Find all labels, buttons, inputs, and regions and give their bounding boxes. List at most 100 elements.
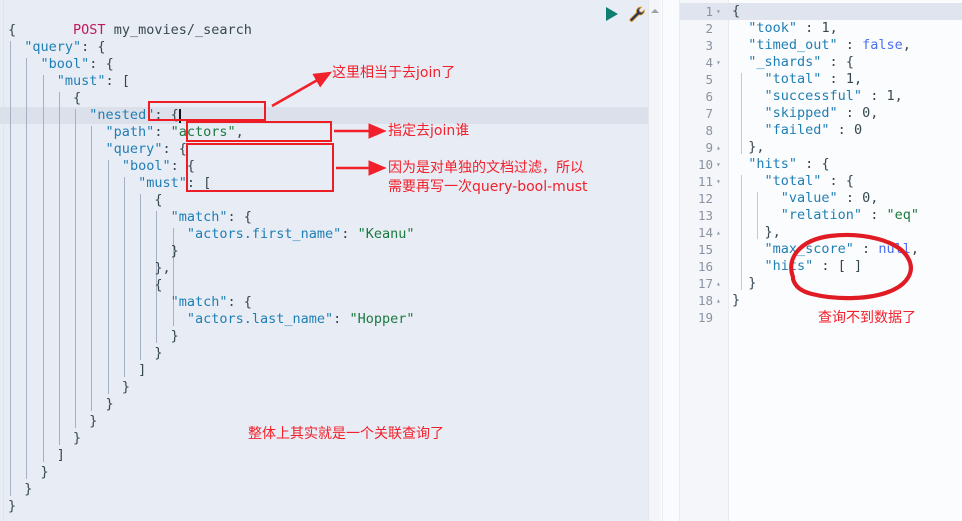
response-code-line[interactable]: "total" : { <box>732 173 854 190</box>
code-line[interactable]: } <box>24 481 32 498</box>
note-join: 这里相当于去join了 <box>332 65 456 81</box>
fold-toggle-icon[interactable]: ▾ <box>716 3 726 20</box>
line-number: 16 <box>697 259 713 274</box>
note-join-who: 指定去join谁 <box>388 123 470 139</box>
line-number: 15 <box>697 242 713 257</box>
response-code-line[interactable]: "took" : 1, <box>732 20 837 37</box>
code-line[interactable]: "query": { <box>106 141 187 158</box>
indent-guide <box>26 58 28 479</box>
fold-toggle-icon[interactable]: ▾ <box>716 54 726 71</box>
annotation-box-path <box>186 121 332 142</box>
app-root: POST my_movies/_search {"query": {"bool"… <box>0 0 962 521</box>
code-line[interactable]: { <box>154 192 162 209</box>
annotation-box-nested <box>148 101 266 121</box>
code-line[interactable]: "match": { <box>171 294 252 311</box>
line-number: 1 <box>705 4 713 19</box>
response-code-line[interactable]: "_shards" : { <box>732 54 854 71</box>
line-number: 2 <box>705 21 713 36</box>
response-pane[interactable]: 1 ▾{2 "took" : 1, 3 "timed_out" : false, 4 ▾… <box>680 0 962 521</box>
indent-guide <box>123 177 125 377</box>
code-line[interactable]: } <box>73 430 81 447</box>
response-code-line[interactable]: }, <box>732 139 764 156</box>
response-code-line[interactable]: }, <box>732 224 781 241</box>
line-number: 14 <box>697 225 713 240</box>
line-number: 19 <box>697 310 713 325</box>
line-number: 4 <box>705 55 713 70</box>
code-line[interactable]: } <box>89 413 97 430</box>
request-endpoint: my_movies/_search <box>113 22 252 38</box>
line-number: 18 <box>697 293 713 308</box>
line-number: 8 <box>705 123 713 138</box>
annotation-box-query-bool-must <box>186 143 334 192</box>
line-number: 12 <box>697 191 713 206</box>
scroll-up-icon[interactable] <box>651 9 659 13</box>
code-line[interactable]: } <box>41 464 49 481</box>
code-line[interactable]: { <box>154 277 162 294</box>
response-code-line[interactable]: "hits" : { <box>732 156 829 173</box>
code-line[interactable]: "must": [ <box>57 73 130 90</box>
code-line[interactable]: } <box>122 379 130 396</box>
code-line[interactable]: }, <box>154 260 170 277</box>
code-line[interactable]: ] <box>57 447 65 464</box>
response-code-line[interactable]: "value" : 0, <box>732 190 879 207</box>
line-number: 3 <box>705 38 713 53</box>
line-number: 9 <box>705 140 713 155</box>
indent-guide <box>91 126 93 411</box>
code-line[interactable]: ] <box>138 362 146 379</box>
response-code-line[interactable]: "total" : 1, <box>732 71 863 88</box>
indent-guide <box>140 194 142 360</box>
fold-toggle-icon[interactable]: ▴ <box>716 292 726 309</box>
code-line[interactable]: { <box>73 90 81 107</box>
response-code-line[interactable]: "timed_out" : false, <box>732 37 911 54</box>
indent-guide <box>10 41 11 496</box>
line-number: 10 <box>697 157 713 172</box>
note-rewrite-1: 因为是对单独的文档过滤，所以 <box>388 160 584 176</box>
line-number: 6 <box>705 89 713 104</box>
code-line[interactable]: } <box>106 396 114 413</box>
indent-guide <box>58 92 60 445</box>
response-code-line[interactable]: } <box>732 292 740 309</box>
note-rewrite-2: 需要再写一次query-bool-must <box>388 179 588 195</box>
fold-toggle-icon[interactable]: ▴ <box>716 275 726 292</box>
code-line[interactable]: } <box>8 498 16 515</box>
response-code-line[interactable]: "failed" : 0 <box>732 122 863 139</box>
code-line[interactable]: } <box>154 345 162 362</box>
indent-guide <box>75 109 77 428</box>
line-number: 11 <box>697 174 713 189</box>
code-line[interactable]: "actors.last_name": "Hopper" <box>187 311 415 328</box>
response-code-line[interactable]: "relation" : "eq" <box>732 207 919 224</box>
code-line[interactable]: { <box>8 22 16 39</box>
response-code-line[interactable]: } <box>732 275 756 292</box>
code-line[interactable]: } <box>171 328 179 345</box>
response-code-line[interactable]: "skipped" : 0, <box>732 105 879 122</box>
line-number: 5 <box>705 72 713 87</box>
fold-toggle-icon[interactable]: ▴ <box>716 139 726 156</box>
code-line[interactable]: "actors.first_name": "Keanu" <box>187 226 415 243</box>
code-line[interactable]: } <box>171 243 179 260</box>
wrench-icon[interactable] <box>629 6 646 23</box>
code-line[interactable]: "bool": { <box>41 56 114 73</box>
fold-toggle-icon[interactable]: ▾ <box>716 156 726 173</box>
run-request-icon[interactable] <box>604 6 620 22</box>
note-no-data: 查询不到数据了 <box>818 310 916 326</box>
code-line[interactable]: "query": { <box>24 39 105 56</box>
fold-toggle-icon[interactable]: ▾ <box>716 173 726 190</box>
http-method: POST <box>73 22 106 38</box>
response-code-line[interactable]: "max_score" : null, <box>732 241 919 258</box>
pane-splitter[interactable] <box>662 0 680 521</box>
line-number: 7 <box>705 106 713 121</box>
indent-guide <box>107 160 109 394</box>
code-line[interactable]: "match": { <box>171 209 252 226</box>
code-line[interactable]: "bool": { <box>122 158 195 175</box>
response-code-line[interactable]: "successful" : 1, <box>732 88 903 105</box>
editor-scrollbar[interactable] <box>648 0 661 521</box>
line-number: 17 <box>697 276 713 291</box>
fold-toggle-icon[interactable]: ▴ <box>716 224 726 241</box>
line-number: 13 <box>697 208 713 223</box>
indent-guide <box>42 75 44 462</box>
response-code-line[interactable]: "hits" : [ ] <box>732 258 863 275</box>
response-code-line[interactable]: { <box>732 3 740 20</box>
response-gutter-border <box>728 0 729 521</box>
note-overall: 整体上其实就是一个关联查询了 <box>248 426 444 442</box>
editor-left-border <box>0 0 4 521</box>
